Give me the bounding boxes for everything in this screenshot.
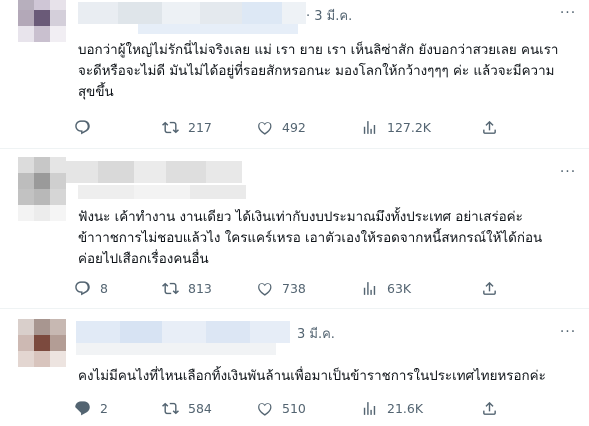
tweet-2[interactable]: ··· ฟังนะ เค้าทำงาน งานเดียว ได้เงินเท่า… <box>0 149 589 309</box>
more-icon[interactable]: ··· <box>559 323 577 341</box>
tweet-date[interactable]: · 3 มี.ค. <box>306 5 352 26</box>
header-blur-strip <box>138 24 298 34</box>
retweet-button[interactable]: 584 <box>162 397 212 419</box>
share-button[interactable] <box>481 116 498 138</box>
reply-icon <box>75 119 90 134</box>
reply-button[interactable] <box>74 116 100 138</box>
like-button[interactable]: 738 <box>256 277 306 299</box>
heart-icon <box>258 282 272 296</box>
retweet-button[interactable]: 217 <box>162 116 212 138</box>
author-name-blurred[interactable] <box>66 161 242 183</box>
more-icon[interactable]: ··· <box>559 163 577 181</box>
share-icon <box>483 281 496 295</box>
reply-button[interactable]: 2 <box>74 397 108 419</box>
tweet-1[interactable]: · 3 มี.ค. ··· บอกว่าผู้ใหญ่ไม่รักนี่ไม่จ… <box>0 0 589 150</box>
like-button[interactable]: 492 <box>256 116 306 138</box>
avatar[interactable] <box>18 157 66 205</box>
avatar-shadow-blur <box>18 205 66 221</box>
views-icon <box>363 120 376 134</box>
share-icon <box>483 120 496 134</box>
views-icon <box>363 401 376 415</box>
share-icon <box>483 401 496 415</box>
tweet-text: ฟังนะ เค้าทำงาน งานเดียว ได้เงินเท่ากับง… <box>78 210 543 267</box>
more-icon[interactable]: ··· <box>559 4 577 22</box>
handle-blurred <box>76 343 276 355</box>
retweet-icon <box>162 402 179 414</box>
views-icon <box>363 281 376 295</box>
share-button[interactable] <box>481 277 498 299</box>
heart-icon <box>258 402 272 416</box>
handle-blurred <box>78 185 246 199</box>
author-name-blurred[interactable] <box>76 321 290 343</box>
views-button[interactable]: 21.6K <box>361 397 423 419</box>
reply-button[interactable]: 8 <box>74 277 108 299</box>
like-count: 510 <box>282 400 306 416</box>
tweet-text: บอกว่าผู้ใหญ่ไม่รักนี่ไม่จริงเลย แม่ เรา… <box>78 43 559 100</box>
tweet-3[interactable]: 3 มี.ค. ··· คงไม่มีคนไงที่ไหนเลือกทิ้งเง… <box>0 309 589 426</box>
tweet-text: คงไม่มีคนไงที่ไหนเลือกทิ้งเงินพันล้านเพื… <box>78 369 546 384</box>
heart-icon <box>258 121 272 135</box>
avatar[interactable] <box>18 0 66 42</box>
reply-count: 2 <box>100 400 108 416</box>
tweet-actions: 8 813 738 63K <box>74 277 504 299</box>
like-count: 492 <box>282 119 306 135</box>
tweet-actions: 2 584 510 21.6K <box>74 397 504 419</box>
share-button[interactable] <box>481 397 498 419</box>
like-button[interactable]: 510 <box>256 397 306 419</box>
like-count: 738 <box>282 280 306 296</box>
retweet-icon <box>162 121 179 133</box>
views-count: 63K <box>387 280 412 296</box>
retweet-count: 584 <box>188 400 212 416</box>
reply-count: 8 <box>100 280 108 296</box>
reply-icon <box>75 400 90 415</box>
views-button[interactable]: 63K <box>361 277 411 299</box>
tweet-date[interactable]: 3 มี.ค. <box>297 323 335 344</box>
avatar[interactable] <box>18 319 66 367</box>
retweet-count: 217 <box>188 119 212 135</box>
views-count: 127.2K <box>387 119 431 135</box>
views-count: 21.6K <box>387 400 424 416</box>
views-button[interactable]: 127.2K <box>361 116 431 138</box>
author-name-blurred[interactable] <box>78 2 306 24</box>
tweet-actions: 217 492 127.2K <box>74 116 504 138</box>
reply-icon <box>75 280 90 295</box>
retweet-button[interactable]: 813 <box>162 277 212 299</box>
retweet-count: 813 <box>188 280 212 296</box>
retweet-icon <box>162 282 179 294</box>
